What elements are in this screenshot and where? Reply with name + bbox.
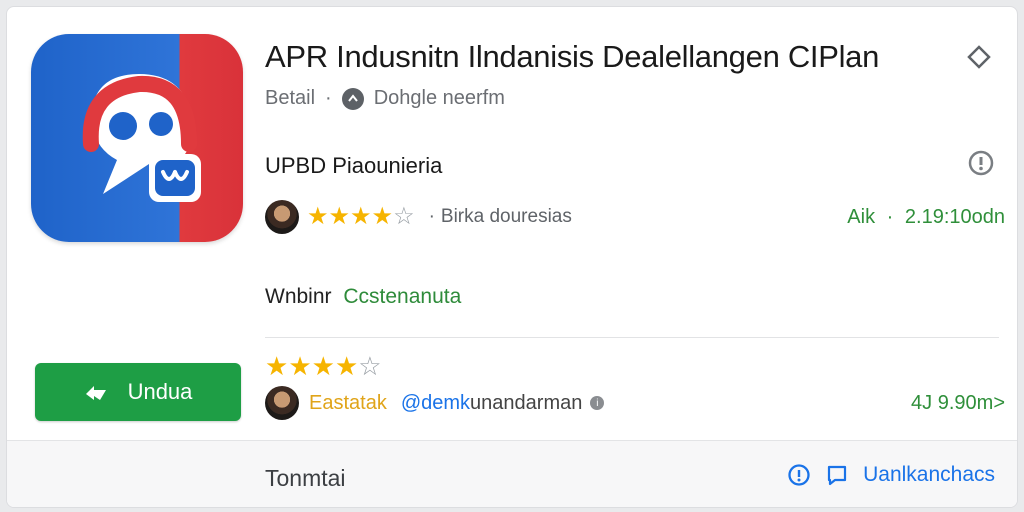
footer-bar: Tonmtai Uanlkanchacs [7, 440, 1017, 507]
avatar[interactable] [265, 200, 299, 234]
reviewer-avatar[interactable] [265, 386, 299, 420]
star-icon: ★ [350, 203, 372, 230]
app-title: APR Indusnitn Ilndanisis Dealellangen CI… [265, 39, 880, 74]
section-title: UPBD Piaounieria [265, 153, 443, 178]
info-icon[interactable] [967, 149, 995, 177]
rating-summary-row: ★ ★ ★ ★ ☆ · Birka douresias Aik · 2.19:1… [265, 199, 1005, 235]
install-button-label: Undua [127, 379, 193, 404]
info-icon[interactable] [787, 463, 811, 487]
star-rating: ★ ★ ★ ★ ☆ [307, 205, 415, 229]
bookmark-diamond-icon[interactable] [965, 43, 993, 71]
reviewer-handle-rest: unandarman [470, 391, 583, 414]
reviewer-name[interactable]: Eastatak [309, 392, 387, 415]
category-label[interactable]: Betail [265, 87, 315, 110]
arrow-icon [85, 386, 106, 400]
footer-text: Tonmtai [265, 465, 346, 491]
rating-label: Birka douresias [440, 206, 572, 227]
website-row: Wnbinr Ccstenanuta [265, 285, 461, 309]
comment-icon[interactable] [825, 463, 849, 487]
small-info-icon: i [590, 396, 605, 410]
website-label: Wnbinr [265, 285, 332, 308]
install-button[interactable]: Undua [35, 363, 241, 421]
app-logo[interactable] [31, 34, 243, 242]
review-star-rating: ★ ★ ★ ★ ☆ [265, 353, 382, 379]
rating-separator: · [428, 206, 435, 227]
review-right-value[interactable]: 4J 9.90m> [911, 392, 1005, 415]
star-icon: ★ [371, 203, 394, 230]
developer-name[interactable]: Dohgle neerfm [374, 87, 505, 110]
star-icon: ★ [311, 351, 335, 381]
star-icon: ★ [307, 203, 329, 230]
star-icon: ★ [334, 351, 359, 381]
star-icon: ★ [265, 351, 289, 381]
separator-dot: · [325, 87, 332, 109]
star-icon: ★ [288, 351, 312, 381]
star-icon: ★ [328, 203, 351, 230]
footer-action-label[interactable]: Uanlkanchacs [863, 463, 995, 487]
developer-icon [341, 87, 364, 110]
website-link[interactable]: Ccstenanuta [343, 285, 461, 308]
app-subtitle: Betail · Dohgle neerfm [265, 87, 505, 110]
reviewer-handle[interactable]: @demk [401, 392, 470, 415]
star-outline-icon: ☆ [393, 203, 415, 230]
divider [265, 337, 999, 338]
star-outline-icon: ☆ [358, 351, 382, 381]
footer-actions: Uanlkanchacs [787, 463, 995, 487]
app-card: APR Indusnitn Ilndanisis Dealellangen CI… [6, 6, 1018, 508]
rating-right-label: Aik · 2.19:10odn [847, 205, 1005, 228]
review-row: Eastatak @demk unandarman i 4J 9.90m> [265, 385, 1005, 421]
